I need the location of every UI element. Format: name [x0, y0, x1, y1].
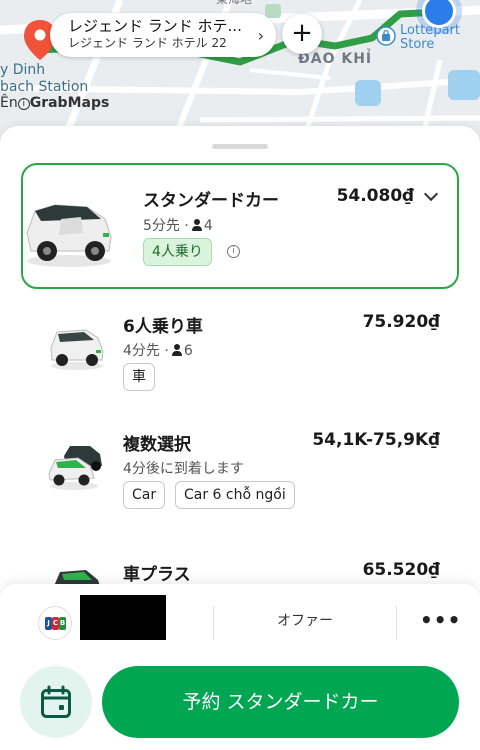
divider: [396, 606, 397, 640]
destination-chip[interactable]: レジェンド ランド ホテ... レジェンド ランド ホテル 22 ›: [50, 13, 276, 57]
destination-subtitle: レジェンド ランド ホテル 22: [68, 36, 227, 50]
ride-option-price: 75.920₫: [362, 312, 440, 332]
ride-option-name: スタンダードカー: [143, 191, 279, 211]
map-attribution: Ên i GrabMaps: [0, 95, 109, 111]
ride-option-eta: 4分後に到着します: [123, 461, 244, 477]
ride-option-name: 複数選択: [123, 435, 191, 455]
map-district-label: ĐAO KHỈ: [298, 51, 373, 67]
ride-option-price: 65.520₫: [362, 560, 440, 580]
person-icon: [171, 344, 182, 356]
map-area-label: bach Station: [0, 79, 89, 95]
ride-option-seats: 6: [183, 343, 193, 359]
add-stop-button[interactable]: +: [282, 14, 322, 54]
booking-bar: JCB オファー ••• 予約 スタンダードカー: [0, 584, 480, 750]
ride-option-price: 54,1K-75,9K₫: [312, 430, 440, 450]
book-button[interactable]: 予約 スタンダードカー: [102, 666, 459, 738]
destination-title: レジェンド ランド ホテ...: [68, 17, 242, 35]
calendar-icon: [41, 685, 71, 718]
info-icon[interactable]: i: [227, 245, 240, 258]
more-options-button[interactable]: •••: [420, 608, 461, 632]
ride-option-seats: 4: [203, 218, 213, 234]
sheet-drag-handle[interactable]: [212, 144, 268, 149]
redacted-payment-info: [80, 595, 166, 640]
ride-option-name: 6人乗り車: [123, 317, 203, 337]
jcb-card-icon[interactable]: JCB: [38, 606, 72, 640]
ride-option-meta: 4分先 · 6: [123, 340, 193, 360]
schedule-button[interactable]: [20, 666, 92, 738]
ride-option-tag: 4人乗り: [143, 238, 212, 266]
ride-option-eta: 4分先 ·: [123, 343, 169, 359]
ride-option-price: 54.080₫: [336, 186, 414, 206]
ride-option-tag: Car 6 chỗ ngồi: [175, 481, 295, 509]
ride-option-meta: 5分先 · 4: [143, 215, 213, 235]
car-plus-icon: [54, 570, 100, 586]
poi-label: Store: [400, 37, 435, 52]
grabmaps-logo: GrabMaps: [29, 95, 110, 111]
offer-button[interactable]: オファー: [214, 610, 396, 630]
minivan-icon: [50, 329, 104, 370]
info-icon: i: [17, 98, 30, 110]
person-icon: [191, 219, 202, 231]
poi-lotte: Lotte part Store: [376, 24, 460, 52]
poi-label: Lotte: [400, 23, 434, 38]
chevron-right-icon: ›: [257, 26, 264, 45]
map-area-label: Ên: [0, 95, 18, 111]
multi-car-icon: [48, 446, 102, 490]
shopping-bag-icon: [376, 26, 396, 46]
ride-option-tag: 車: [123, 363, 155, 391]
ride-option-tag: Car: [123, 481, 166, 509]
map-area-label: y Dinh: [0, 62, 46, 78]
map-top-clip-label: 東海地: [216, 0, 252, 8]
ride-option-eta: 5分先 ·: [143, 218, 189, 234]
car-icon: [26, 204, 112, 267]
ride-option-name: 車プラス: [123, 565, 191, 585]
